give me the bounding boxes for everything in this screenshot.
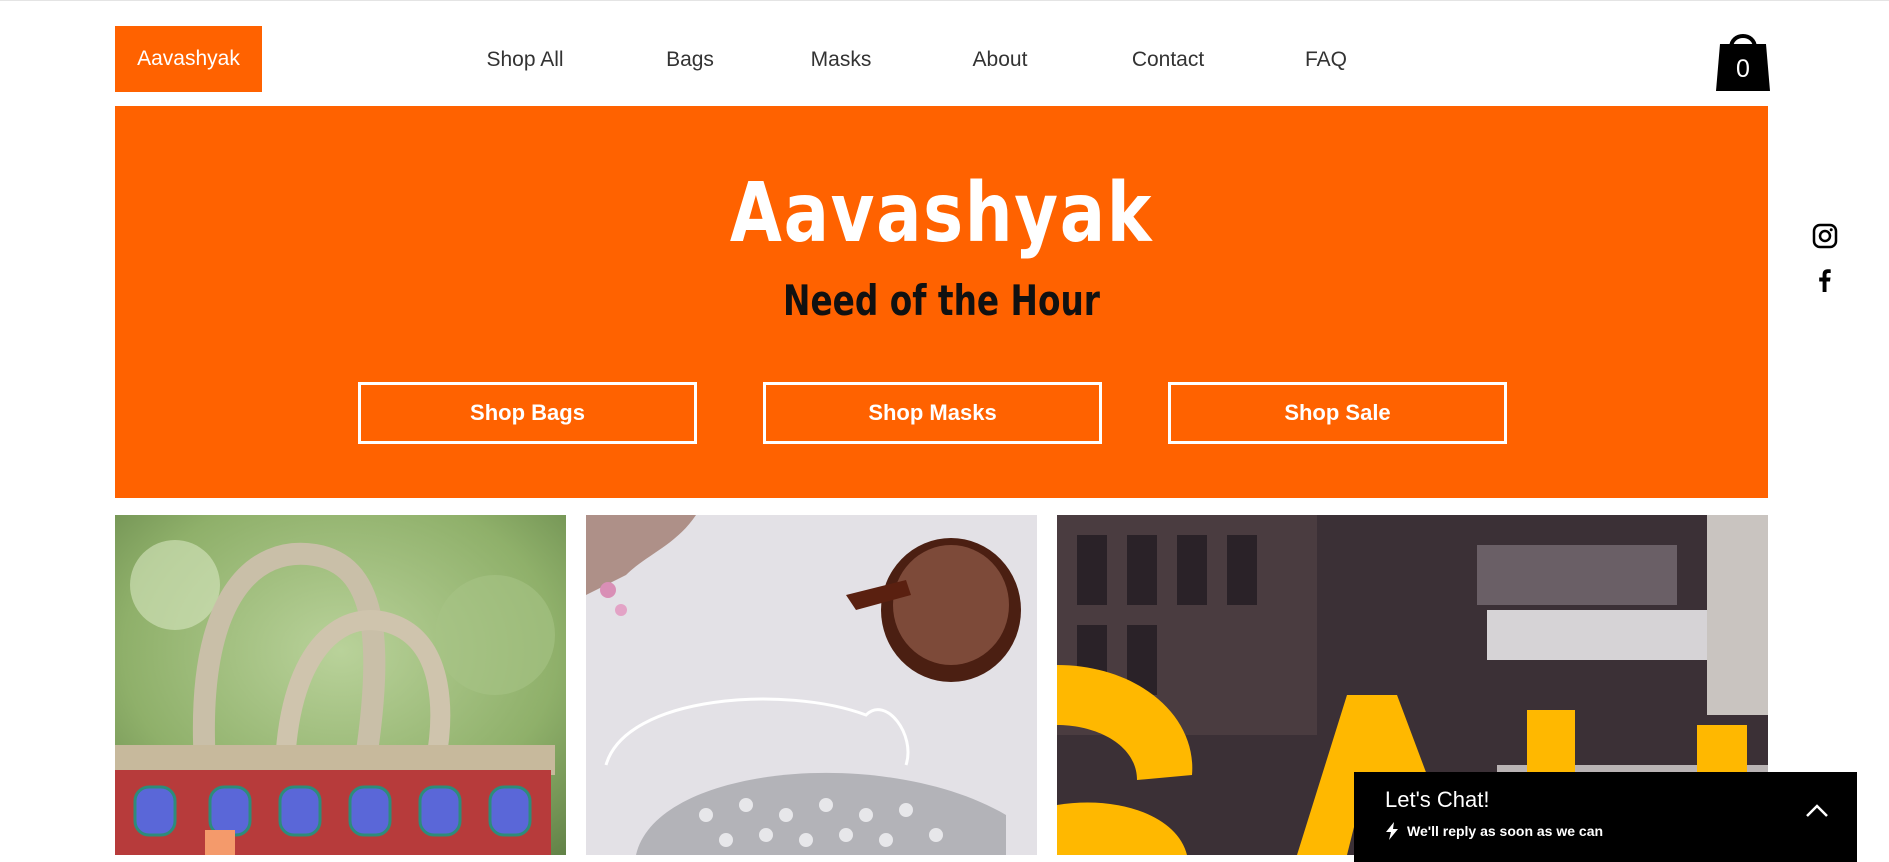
- instagram-icon: [1812, 223, 1838, 249]
- lightning-icon: [1386, 822, 1398, 840]
- shop-bags-button-label: Shop Bags: [470, 400, 585, 425]
- hero-subtitle: Need of the Hour: [783, 276, 1100, 325]
- nav-item-shop-all[interactable]: Shop All: [486, 48, 563, 72]
- hero-banner: Aavashyak Need of the Hour Shop Bags Sho…: [115, 106, 1768, 498]
- instagram-link[interactable]: [1812, 223, 1838, 249]
- bag-image: [115, 515, 566, 855]
- nav-item-bags[interactable]: Bags: [666, 48, 714, 72]
- chat-widget[interactable]: Let's Chat! We'll reply as soon as we ca…: [1354, 772, 1857, 862]
- cart-count: 0: [1736, 55, 1750, 83]
- shop-bags-button[interactable]: Shop Bags: [358, 382, 697, 444]
- cart-button[interactable]: 0: [1714, 28, 1772, 92]
- chat-title: Let's Chat!: [1385, 787, 1490, 812]
- shop-masks-button[interactable]: Shop Masks: [763, 382, 1102, 444]
- facebook-link[interactable]: [1812, 267, 1838, 293]
- chevron-up-icon[interactable]: [1805, 802, 1829, 818]
- masks-tile[interactable]: [586, 515, 1037, 855]
- bags-tile[interactable]: [115, 515, 566, 855]
- shop-masks-button-label: Shop Masks: [868, 400, 997, 425]
- nav-item-masks[interactable]: Masks: [811, 48, 872, 72]
- shop-sale-button-label: Shop Sale: [1284, 400, 1391, 425]
- site-logo-label: Aavashyak: [137, 47, 240, 70]
- nav-item-faq[interactable]: FAQ: [1305, 48, 1347, 72]
- chat-subtitle: We'll reply as soon as we can: [1385, 822, 1603, 840]
- top-border: [0, 0, 1889, 1]
- nav-item-about[interactable]: About: [973, 48, 1028, 72]
- shop-sale-button[interactable]: Shop Sale: [1168, 382, 1507, 444]
- site-logo[interactable]: Aavashyak: [115, 26, 262, 92]
- hero-title: Aavashyak: [729, 166, 1154, 261]
- mask-image: [586, 515, 1037, 855]
- nav-item-contact[interactable]: Contact: [1132, 48, 1204, 72]
- facebook-icon: [1819, 269, 1831, 292]
- chat-subtitle-text: We'll reply as soon as we can: [1407, 823, 1604, 839]
